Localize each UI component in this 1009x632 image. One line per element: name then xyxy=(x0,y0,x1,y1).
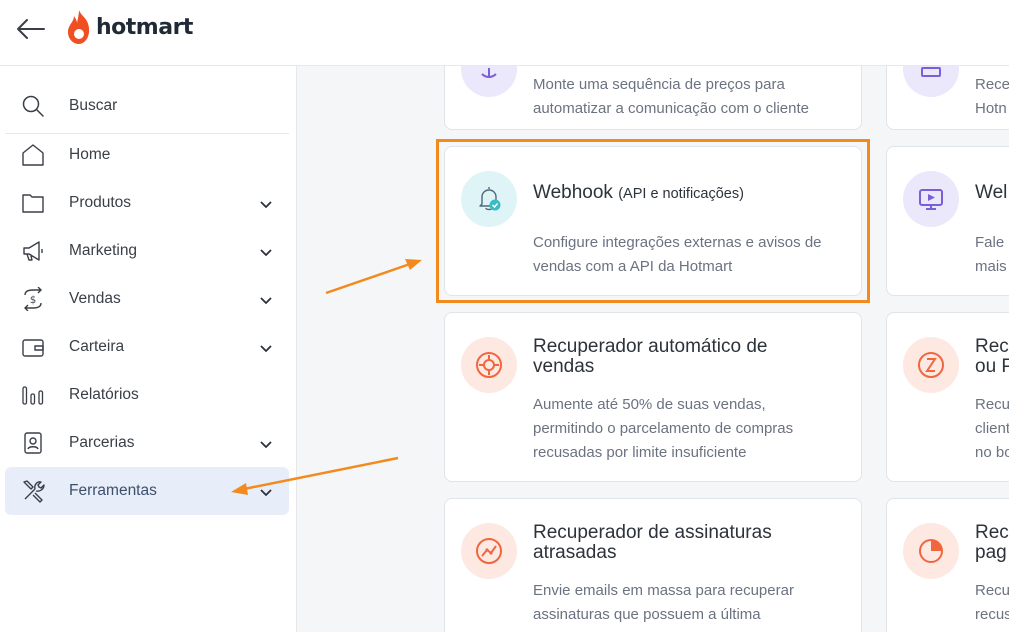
card-title-line: vendas xyxy=(533,356,595,377)
card-desc-line: Envie emails em massa para recuperar xyxy=(533,582,794,599)
card-desc-line: automatizar a comunicação com o cliente xyxy=(533,100,809,117)
sidebar-item-label: Marketing xyxy=(69,242,138,259)
card-title-sub: (API e notificações) xyxy=(618,186,744,202)
bell-check-icon xyxy=(479,187,501,211)
sidebar-item-ferramentas[interactable]: Ferramentas xyxy=(5,467,289,515)
card-webhook-right[interactable]: Wel Fale mais xyxy=(886,146,1009,296)
card-desc-line: Monte uma sequência de preços para xyxy=(533,76,785,93)
card-top-right[interactable]: Rece Hotn xyxy=(886,66,1009,130)
bar-chart-icon xyxy=(21,383,45,407)
card-icon xyxy=(903,523,959,579)
card-desc-line: client xyxy=(975,420,1009,437)
sidebar-item-marketing[interactable]: Marketing xyxy=(5,227,289,275)
card-title-line: ou P xyxy=(975,356,1009,377)
card-assinaturas-right[interactable]: Rec pag Recu recus xyxy=(886,498,1009,632)
subscription-chart-icon xyxy=(476,538,502,564)
card-desc-line: Hotn xyxy=(975,100,1007,117)
card-recuperador-right[interactable]: Rec ou P Recu client no bo xyxy=(886,312,1009,482)
card-recuperador-assinaturas[interactable]: Recuperador de assinaturas atrasadas Env… xyxy=(444,498,862,632)
card-recuperador-vendas[interactable]: Recuperador automático de vendas Aumente… xyxy=(444,312,862,482)
card-icon xyxy=(903,171,959,227)
flame-icon xyxy=(68,10,90,44)
card-desc-line: Rece xyxy=(975,76,1009,93)
card-desc-line: Configure integrações externas e avisos … xyxy=(533,234,822,251)
card-title-line: Recuperador de assinaturas xyxy=(533,522,772,543)
card-desc-line: Recu xyxy=(975,396,1009,413)
card-icon xyxy=(903,337,959,393)
sidebar-item-produtos[interactable]: Produtos xyxy=(5,179,289,227)
video-screen-icon xyxy=(919,189,943,210)
card-title-main: Webhook xyxy=(533,182,613,203)
chevron-down-icon xyxy=(258,436,274,452)
card-title: Wel xyxy=(975,182,1008,203)
card-desc-line: Recu xyxy=(975,582,1009,599)
recovery-cycle-icon xyxy=(476,352,502,378)
card-title: Webhook (API e notificações) xyxy=(533,183,744,204)
hotmart-logo[interactable]: hotmart xyxy=(66,8,193,46)
card-desc-line: recus xyxy=(975,606,1009,623)
sidebar-item-relatorios[interactable]: Relatórios xyxy=(5,371,289,419)
badge-icon xyxy=(21,431,45,455)
sidebar-item-parcerias[interactable]: Parcerias xyxy=(5,419,289,467)
card-webhook[interactable]: Webhook (API e notificações) Configure i… xyxy=(444,146,862,296)
chevron-down-icon xyxy=(258,196,274,212)
card-desc-line: permitindo o parcelamento de compras xyxy=(533,420,794,437)
sidebar-item-label: Carteira xyxy=(69,338,125,355)
logo-text: hotmart xyxy=(96,14,193,40)
card-title-line: Rec xyxy=(975,336,1009,357)
wallet-icon xyxy=(21,335,45,359)
megaphone-icon xyxy=(21,239,45,263)
card-desc-line: Fale xyxy=(975,234,1005,251)
card-icon xyxy=(461,66,517,97)
pie-chart-icon xyxy=(919,539,943,563)
card-desc-line: recusadas por limite insuficiente xyxy=(533,444,747,461)
card-icon xyxy=(461,337,517,393)
search-label: Buscar xyxy=(69,97,118,114)
svg-text:$: $ xyxy=(30,295,36,306)
sidebar-item-label: Ferramentas xyxy=(69,482,157,499)
tools-icon xyxy=(21,479,45,503)
back-arrow-icon[interactable] xyxy=(14,14,48,44)
sidebar-item-home[interactable]: Home xyxy=(5,131,289,179)
search-item[interactable]: Buscar xyxy=(5,74,289,134)
folder-icon xyxy=(21,191,45,215)
card-desc-line: mais xyxy=(975,258,1007,275)
card-desc-line: vendas com a API da Hotmart xyxy=(533,258,733,275)
card-desc-line: no bo xyxy=(975,444,1009,461)
payment-recovery-icon xyxy=(918,352,944,378)
card-icon xyxy=(903,66,959,97)
sidebar-item-label: Parcerias xyxy=(69,434,135,451)
card-desc-line: assinaturas que possuem a última xyxy=(533,606,761,623)
sidebar-nav: Home Produtos Marketing $ Vendas Carteir… xyxy=(5,131,289,515)
card-title-line: Rec xyxy=(975,522,1009,543)
sidebar-item-label: Home xyxy=(69,146,111,163)
chevron-down-icon xyxy=(258,292,274,308)
card-title-line: Recuperador automático de xyxy=(533,336,768,357)
card-title-line: pag xyxy=(975,542,1007,563)
sidebar-item-label: Vendas xyxy=(69,290,121,307)
main-content: Monte uma sequência de preços para autom… xyxy=(297,66,1009,632)
home-icon xyxy=(21,143,45,167)
top-bar: hotmart xyxy=(0,0,1009,66)
card-title-line: atrasadas xyxy=(533,542,617,563)
chevron-down-icon xyxy=(258,244,274,260)
chevron-down-icon xyxy=(258,484,274,500)
sales-icon: $ xyxy=(21,286,45,312)
sidebar: Buscar Home Produtos Marketing $ Vendas … xyxy=(0,66,297,632)
sidebar-item-label: Relatórios xyxy=(69,386,139,403)
sidebar-item-carteira[interactable]: Carteira xyxy=(5,323,289,371)
card-price-sequence[interactable]: Monte uma sequência de preços para autom… xyxy=(444,66,862,130)
funnel-icon xyxy=(481,68,497,78)
card-desc-line: Aumente até 50% de suas vendas, xyxy=(533,396,766,413)
screen-icon xyxy=(921,67,941,77)
card-icon xyxy=(461,523,517,579)
search-icon xyxy=(21,94,45,123)
card-icon xyxy=(461,171,517,227)
chevron-down-icon xyxy=(258,340,274,356)
sidebar-item-vendas[interactable]: $ Vendas xyxy=(5,275,289,323)
sidebar-item-label: Produtos xyxy=(69,194,132,211)
